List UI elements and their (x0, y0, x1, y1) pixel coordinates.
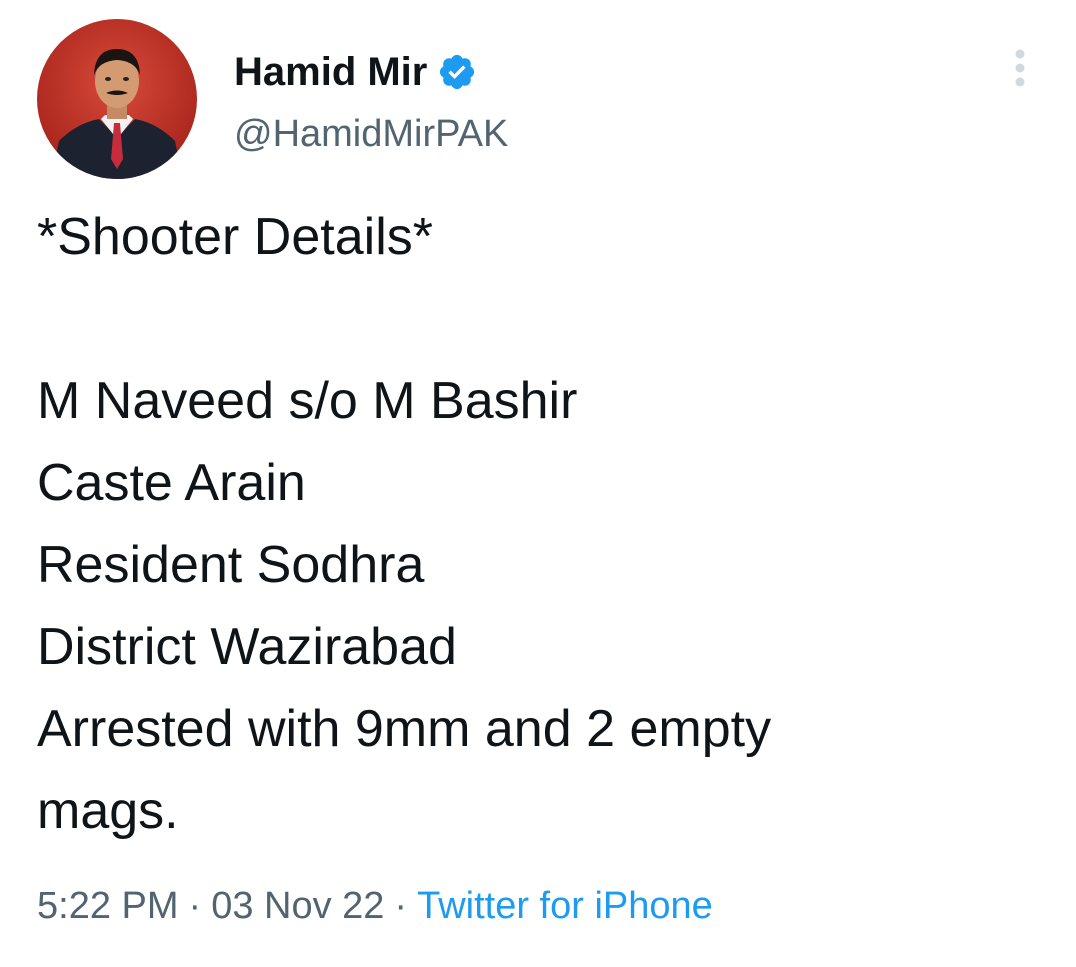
tweet-card: Hamid Mir @HamidMirPAK *Shooter Details*… (0, 0, 1076, 967)
tweet-line: Caste Arain (37, 454, 306, 512)
author-handle[interactable]: @HamidMirPAK (234, 111, 508, 157)
tweet-date[interactable]: 03 Nov 22 (211, 885, 384, 927)
avatar-image (37, 19, 197, 179)
tweet-source-link[interactable]: Twitter for iPhone (417, 885, 713, 927)
tweet-line: mags. (37, 782, 179, 840)
tweet-line: Arrested with 9mm and 2 empty (37, 700, 772, 758)
tweet-text: *Shooter Details* M Naveed s/o M Bashir … (37, 196, 1037, 852)
tweet-time[interactable]: 5:22 PM (37, 885, 179, 927)
meta-separator: · (188, 885, 202, 927)
verified-badge-icon (437, 52, 477, 92)
meta-separator: · (394, 885, 408, 927)
tweet-line: *Shooter Details* (37, 208, 433, 266)
tweet-meta: 5:22 PM · 03 Nov 22 · Twitter for iPhone (37, 880, 713, 932)
tweet-line: Resident Sodhra (37, 536, 425, 594)
more-options-icon[interactable] (1004, 46, 1036, 90)
tweet-line: District Wazirabad (37, 618, 457, 676)
author-name[interactable]: Hamid Mir (234, 48, 477, 96)
tweet-line: M Naveed s/o M Bashir (37, 372, 578, 430)
avatar[interactable] (37, 19, 197, 179)
author-name-text: Hamid Mir (234, 50, 428, 94)
